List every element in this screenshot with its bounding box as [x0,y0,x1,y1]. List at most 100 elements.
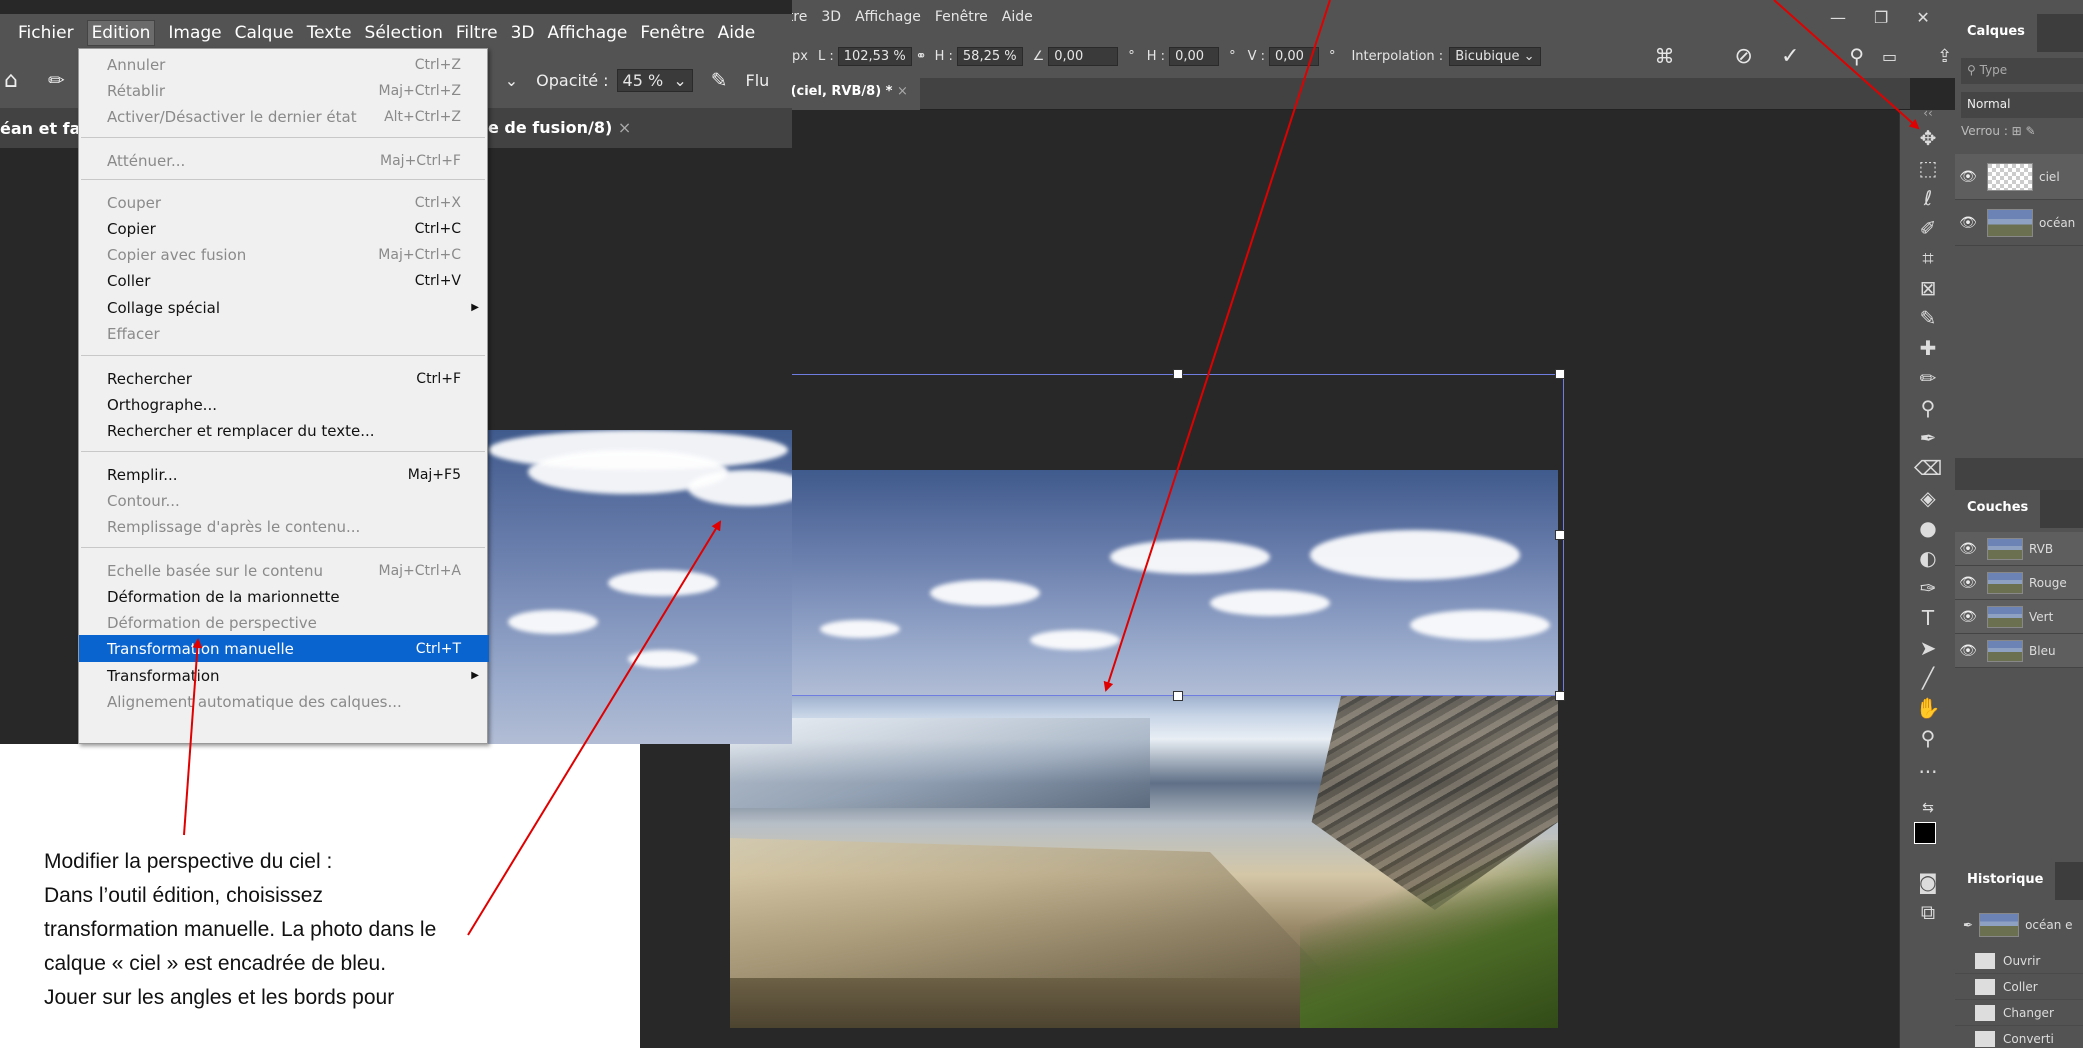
more-tools-icon[interactable]: ··· [1900,760,1956,784]
quick-select-tool-icon[interactable]: ✐ [1900,216,1956,240]
stamp-tool-icon[interactable]: ⚲ [1900,396,1956,420]
menu-item-retablir[interactable]: Rétablir Maj+Ctrl+Z [79,77,489,104]
visibility-eye-icon[interactable]: 👁 [1955,643,1981,659]
menu-item-attenuer[interactable]: Atténuer... Maj+Ctrl+F [79,147,489,174]
width-input[interactable]: 102,53 % [837,46,912,66]
opacity-input[interactable]: 45 % ⌄ [616,68,693,92]
menu-item-remplissage-contenu[interactable]: Remplissage d'après le contenu... [79,513,489,540]
crop-tool-icon[interactable]: ⌗ [1900,246,1956,270]
menu-aide[interactable]: Aide [718,23,756,43]
minimize-icon[interactable]: — [1830,8,1846,27]
layers-panel-header[interactable]: Calques [1955,14,2083,52]
menu-item-transformation-manuelle[interactable]: Transformation manuelle Ctrl+T [79,635,489,662]
warp-icon[interactable]: ⌘ [1655,44,1675,68]
healing-tool-icon[interactable]: ✚ [1900,336,1956,360]
dodge-tool-icon[interactable]: ◐ [1900,546,1956,570]
menu-3d[interactable]: 3D [821,9,841,25]
menu-item-toggle-last-state[interactable]: Activer/Désactiver le dernier état Alt+Ct… [79,103,489,130]
menu-item-deformation-marionnette[interactable]: Déformation de la marionnette [79,583,489,610]
share-icon[interactable]: ⇪ [1937,46,1952,67]
menu-calque[interactable]: Calque [235,23,294,43]
layer-row-ocean[interactable]: 👁 océan [1955,200,2083,246]
type-tool-icon[interactable]: T [1900,606,1956,630]
channel-row-rvb[interactable]: 👁 RVB [1955,532,2083,566]
channel-row-rouge[interactable]: 👁 Rouge [1955,566,2083,600]
menu-item-remplir[interactable]: Remplir... Maj+F5 [79,461,489,488]
menu-item-deformation-perspective[interactable]: Déformation de perspective [79,609,489,636]
menu-item-alignement-auto[interactable]: Alignement automatique des calques... [79,688,489,715]
menu-item-copier-avec-fusion[interactable]: Copier avec fusion Maj+Ctrl+C [79,241,489,268]
zoom-tool-icon[interactable]: ⚲ [1900,726,1956,750]
menu-item-contour[interactable]: Contour... [79,487,489,514]
brush-icon[interactable]: ✏ [48,68,65,92]
tab-close-icon[interactable]: × [897,84,908,99]
history-step[interactable]: Ouvrir [1955,948,2083,974]
foreground-color[interactable] [1914,822,1936,844]
document-tab-ocean[interactable]: éan et fal [0,119,86,138]
search-icon[interactable]: ⚲ [1849,44,1864,68]
skew-h-input[interactable]: 0,00 [1169,46,1220,66]
swap-colors-icon[interactable]: ⇆ [1900,800,1956,816]
workspace-icon[interactable]: ▭ [1882,47,1897,66]
layer-row-ciel[interactable]: 👁 ciel [1955,154,2083,200]
pressure-opacity-icon[interactable]: ✎ [711,68,728,92]
menu-fichier[interactable]: Fichier [18,23,74,43]
height-input[interactable]: 58,25 % [956,46,1023,66]
history-step[interactable]: Converti [1955,1026,2083,1048]
mode-dropdown-icon[interactable]: ⌄ [505,71,518,90]
handle-top-middle[interactable] [1173,369,1183,379]
history-snapshot[interactable]: ✒ océan e [1955,904,2083,946]
menu-image[interactable]: Image [168,23,221,43]
interpolation-select[interactable]: Bicubique ⌄ [1449,46,1541,66]
menu-selection[interactable]: Sélection [365,23,443,43]
commit-transform-icon[interactable]: ✓ [1781,44,1799,69]
frame-tool-icon[interactable]: ⊠ [1900,276,1956,300]
handle-top-right[interactable] [1555,369,1565,379]
line-tool-icon[interactable]: ╱ [1900,666,1956,690]
menu-item-copier[interactable]: Copier Ctrl+C [79,215,489,242]
channel-row-bleu[interactable]: 👁 Bleu [1955,634,2083,668]
skew-v-input[interactable]: 0,00 [1268,46,1319,66]
collapse-icon[interactable]: ‹‹ [1900,106,1956,120]
menu-item-rechercher-remplacer[interactable]: Rechercher et remplacer du texte... [79,417,489,444]
history-panel-header[interactable]: Historique [1955,862,2083,900]
visibility-eye-icon[interactable]: 👁 [1955,609,1981,625]
handle-bottom-right[interactable] [1555,691,1565,701]
menu-affichage[interactable]: Affichage [855,9,921,25]
menu-aide[interactable]: Aide [1002,9,1033,25]
tab-close-icon[interactable]: × [618,118,631,137]
menu-filtre[interactable]: Filtre [456,23,498,43]
channel-row-vert[interactable]: 👁 Vert [1955,600,2083,634]
pen-tool-icon[interactable]: ✑ [1900,576,1956,600]
layer-search-input[interactable]: ⚲ Type [1961,58,2083,84]
document-tab-fusion[interactable]: e de fusion/8) × [488,118,631,137]
handle-bottom-middle[interactable] [1173,691,1183,701]
visibility-eye-icon[interactable]: 👁 [1955,541,1981,557]
blend-mode-select[interactable]: Normal [1961,92,2083,118]
blur-tool-icon[interactable]: ● [1900,516,1956,540]
menu-item-effacer[interactable]: Effacer [79,320,489,347]
visibility-eye-icon[interactable]: 👁 [1955,169,1981,185]
angle-input[interactable]: 0,00 [1048,46,1119,66]
menu-fenetre[interactable]: Fenêtre [935,9,988,25]
paint-bucket-tool-icon[interactable]: ◈ [1900,486,1956,510]
move-tool-icon[interactable]: ✥ [1900,126,1956,150]
handle-middle-right[interactable] [1555,530,1565,540]
brush-tool-icon[interactable]: ✏ [1900,366,1956,390]
menu-fenetre[interactable]: Fenêtre [640,23,704,43]
marquee-tool-icon[interactable]: ⬚ [1900,156,1956,180]
menu-item-coller[interactable]: Coller Ctrl+V [79,267,489,294]
history-step[interactable]: Coller [1955,974,2083,1000]
menu-item-transformation[interactable]: Transformation ▶ [79,662,489,689]
menu-item-rechercher[interactable]: Rechercher Ctrl+F [79,365,489,392]
menu-item-orthographe[interactable]: Orthographe... [79,391,489,418]
visibility-eye-icon[interactable]: 👁 [1955,215,1981,231]
history-brush-tool-icon[interactable]: ✒ [1900,426,1956,450]
menu-item-echelle-contenu[interactable]: Echelle basée sur le contenu Maj+Ctrl+A [79,557,489,584]
lasso-tool-icon[interactable]: ℓ [1900,186,1956,210]
transform-bounding-box[interactable] [790,369,1565,701]
menu-affichage[interactable]: Affichage [548,23,628,43]
menu-3d[interactable]: 3D [511,23,535,43]
close-icon[interactable]: ✕ [1916,8,1929,27]
eraser-tool-icon[interactable]: ⌫ [1900,456,1956,480]
